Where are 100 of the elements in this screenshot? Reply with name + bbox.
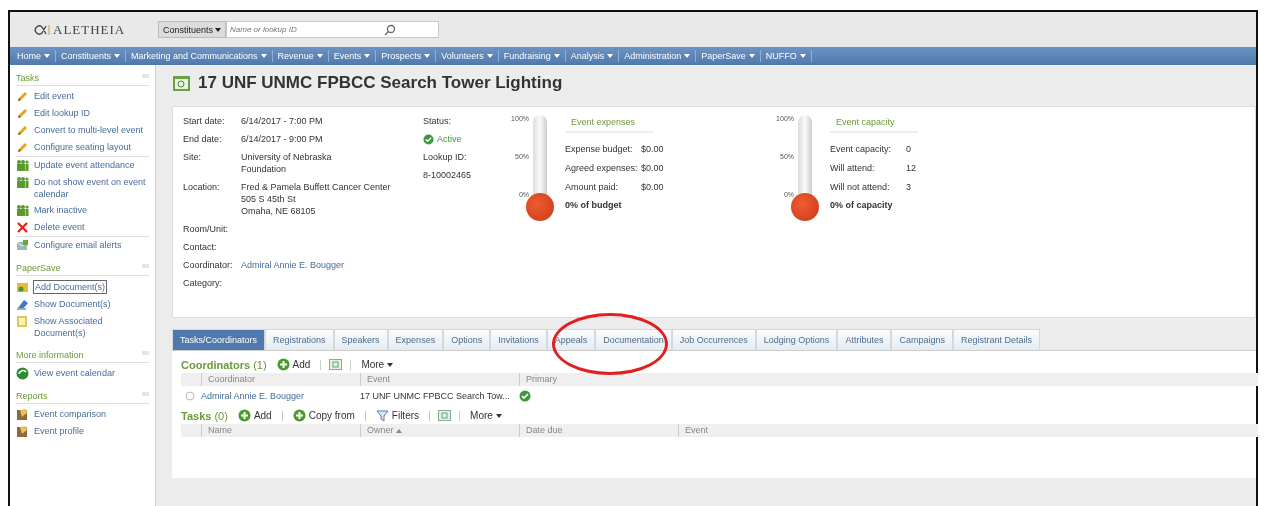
field-label: Start date: — [183, 115, 226, 127]
coordinator-link[interactable]: Admiral Annie E. Bougger — [241, 259, 423, 271]
section-heading: PaperSave — [16, 263, 61, 273]
column-header[interactable]: Coordinator — [201, 373, 360, 386]
task-link[interactable]: Update event attendance — [33, 159, 136, 171]
status-value: Active — [423, 133, 501, 145]
caret-icon — [215, 27, 222, 32]
nav-menu[interactable]: Marketing and Communications — [126, 50, 273, 62]
field-value: 3 — [906, 181, 912, 193]
field-label: Amount paid: — [565, 181, 620, 193]
nav-menu[interactable]: Analysis — [565, 50, 620, 62]
caret-icon — [260, 54, 267, 58]
nav-menu[interactable]: Revenue — [272, 50, 329, 62]
collapse-icon[interactable] — [142, 263, 149, 269]
add-icon — [292, 409, 306, 422]
refresh-icon — [438, 409, 452, 422]
field-value: 12 — [906, 162, 917, 174]
expand-icon[interactable] — [185, 391, 195, 401]
add-button[interactable]: Add — [235, 409, 274, 422]
tab[interactable]: Invitations — [490, 329, 547, 350]
field-label: Lookup ID: — [423, 151, 468, 163]
logo-text: ALETHEIA — [53, 21, 126, 38]
task-link[interactable]: Edit lookup ID — [33, 107, 92, 119]
column-header[interactable]: Event — [360, 373, 519, 386]
task-link[interactable]: Configure email alerts — [33, 239, 123, 251]
tab[interactable]: Registrations — [265, 329, 334, 350]
task-link[interactable]: Do not show event on event calendar — [33, 176, 149, 200]
field-value: 8-10002465 — [423, 169, 473, 181]
tab[interactable]: Expenses — [387, 329, 444, 350]
nav-menu[interactable]: Home — [12, 50, 56, 62]
section-title: Tasks (0) — [181, 409, 228, 422]
collapse-icon[interactable] — [142, 350, 149, 356]
section-title: Coordinators (1) — [181, 358, 267, 371]
nav-menu[interactable]: Prospects — [376, 50, 437, 62]
tab[interactable]: Campaigns — [891, 329, 953, 350]
pencil-icon — [16, 90, 29, 103]
task-link[interactable]: Mark inactive — [33, 204, 88, 216]
task-link[interactable]: Delete event — [33, 221, 86, 233]
section-heading: Reports — [16, 391, 48, 401]
task-link[interactable]: View event calendar — [33, 367, 116, 379]
task-link[interactable]: Edit event — [33, 90, 76, 102]
field-value: 6/14/2017 - 9:00 PM — [241, 133, 324, 145]
more-menu[interactable]: More — [468, 410, 504, 421]
column-header[interactable]: Event — [678, 424, 1258, 437]
task-link[interactable]: Event comparison — [33, 408, 108, 420]
column-header[interactable]: Primary — [519, 373, 1258, 386]
add-button[interactable]: Copy from — [290, 409, 357, 422]
search-box[interactable]: Name or lookup ID — [226, 21, 440, 38]
collapse-icon[interactable] — [142, 73, 149, 79]
tab[interactable]: Documentation — [595, 329, 672, 350]
more-menu[interactable]: More — [359, 359, 396, 370]
task-link[interactable]: Show Associated Document(s) — [33, 315, 149, 339]
nav-menu[interactable]: Fundraising — [498, 50, 566, 62]
tab[interactable]: Appeals — [546, 329, 596, 350]
pencil-icon — [16, 107, 29, 120]
collapse-icon[interactable] — [142, 391, 149, 397]
add-icon — [237, 409, 251, 422]
tab[interactable]: Job Occurrences — [671, 329, 756, 350]
table-cell-text: 17 UNF UNMC FPBCC Search Tow... — [360, 391, 511, 401]
column-header[interactable]: Owner — [360, 424, 519, 437]
nav-menu[interactable]: Events — [328, 50, 377, 62]
caret-icon — [486, 54, 493, 58]
pencil-icon — [16, 124, 29, 137]
add-button[interactable]: Add — [274, 358, 313, 371]
field-value: 0 — [906, 143, 912, 155]
nav-menu[interactable]: Constituents — [56, 50, 127, 62]
refresh-icon — [329, 358, 343, 371]
nav-menu[interactable]: PaperSave — [696, 50, 761, 62]
coordinator-link[interactable]: Admiral Annie E. Bougger — [201, 391, 360, 401]
caret-icon — [387, 362, 394, 367]
field-value: University of Nebraska Foundation — [241, 151, 333, 175]
tab[interactable]: Speakers — [333, 329, 388, 350]
tab[interactable]: Lodging Options — [755, 329, 838, 350]
tab[interactable]: Tasks/Coordinators — [172, 329, 266, 350]
task-link[interactable]: Event profile — [33, 425, 86, 437]
task-link[interactable]: Show Document(s) — [33, 298, 112, 310]
column-header[interactable]: Date due — [519, 424, 678, 437]
filter-button[interactable]: Filters — [373, 409, 422, 422]
calendar-icon — [16, 367, 29, 380]
people-icon — [16, 159, 29, 172]
delete-icon — [16, 221, 29, 234]
tab[interactable]: Registrant Details — [952, 329, 1040, 350]
column-header[interactable]: Name — [201, 424, 360, 437]
caret-icon — [424, 54, 431, 58]
task-link[interactable]: Convert to multi-level event — [33, 124, 145, 136]
search-icon[interactable] — [384, 23, 397, 36]
people-icon — [16, 176, 29, 189]
email-icon — [16, 239, 29, 252]
pencil-icon — [16, 141, 29, 154]
search-scope-dropdown[interactable]: Constituents — [158, 21, 227, 38]
tab[interactable]: Attributes — [837, 329, 892, 350]
task-link[interactable]: Configure seating layout — [33, 141, 133, 153]
tab[interactable]: Options — [443, 329, 491, 350]
nav-menu[interactable]: Administration — [619, 50, 697, 62]
nav-menu[interactable]: Volunteers — [436, 50, 499, 62]
field-label: Site: — [183, 151, 202, 164]
field-label: Will attend: — [830, 162, 876, 174]
nav-menu[interactable]: NUFFO — [760, 50, 812, 62]
field-label: Event capacity: — [830, 143, 893, 155]
task-link[interactable]: Add Document(s) — [33, 280, 108, 294]
